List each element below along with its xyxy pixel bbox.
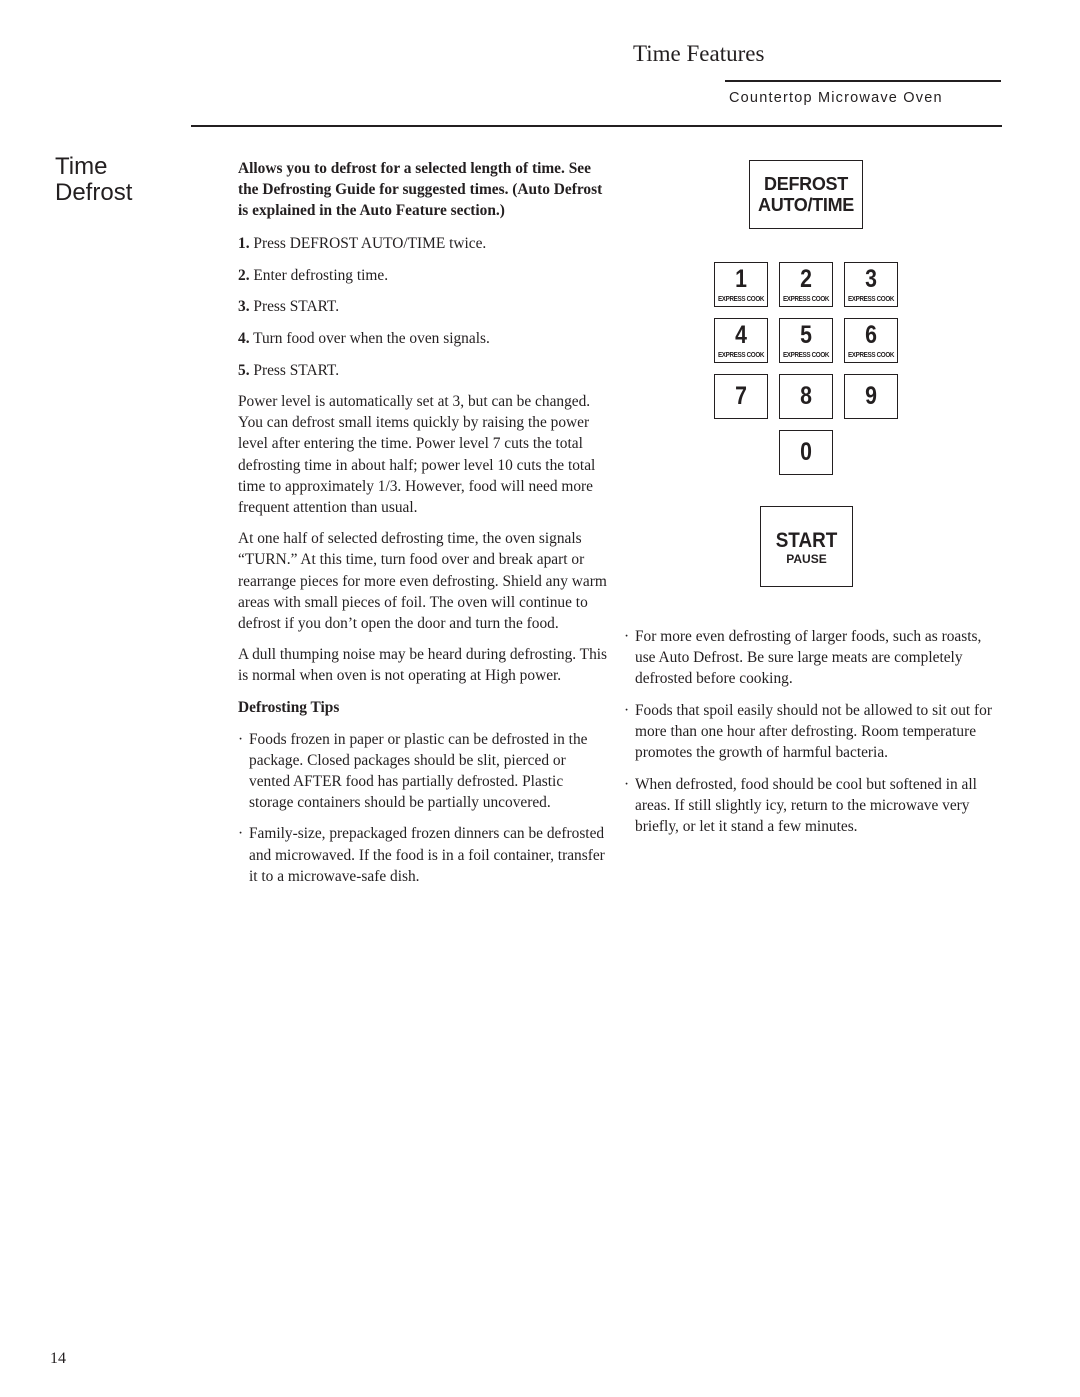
step-number: 1. [238,235,250,253]
section-title: Time Defrost [55,154,132,206]
key-digit: 6 [865,321,877,349]
step-text: Press START. [253,298,340,316]
tip-item: · For more even defrosting of larger foo… [624,626,994,689]
bullet-icon: · [624,701,630,719]
tips-heading: Defrosting Tips [238,698,340,716]
step-number: 4. [238,330,250,348]
header-rule-short [725,80,1001,82]
main-text-column: Allows you to defrost for a selected len… [238,158,610,897]
product-subtitle: Countertop Microwave Oven [729,90,943,106]
tip-item: · Family-size, prepackaged frozen dinner… [238,823,610,886]
number-key-8[interactable]: 8 [779,374,833,419]
noise-paragraph: A dull thumping noise may be heard durin… [238,646,608,685]
number-key-3[interactable]: 3 EXPRESS COOK [844,262,898,307]
step-text: Press DEFROST AUTO/TIME twice. [253,235,487,253]
bullet-icon: · [624,628,630,645]
tip-item: · Foods that spoil easily should not be … [624,700,994,763]
express-cook-label: EXPRESS COOK [782,352,830,359]
chapter-title: Time Features [633,41,765,66]
key-digit: 0 [800,438,812,466]
key-digit: 3 [865,265,877,293]
start-pause-key[interactable]: START PAUSE [760,506,853,587]
number-key-4[interactable]: 4 EXPRESS COOK [714,318,768,363]
key-digit: 7 [735,382,747,410]
number-key-9[interactable]: 9 [844,374,898,419]
number-key-1[interactable]: 1 EXPRESS COOK [714,262,768,307]
defrost-auto-time-key[interactable]: DEFROST AUTO/TIME [749,160,863,229]
express-cook-label: EXPRESS COOK [717,296,765,303]
step-item: 5. Press START. [238,360,610,381]
step-number: 5. [238,361,250,379]
step-item: 4. Turn food over when the oven signals. [238,328,610,349]
tip-text: Foods frozen in paper or plastic can be … [249,730,588,811]
step-item: 3. Press START. [238,296,610,317]
power-level-paragraph: Power level is automatically set at 3, b… [238,393,596,516]
number-key-6[interactable]: 6 EXPRESS COOK [844,318,898,363]
start-label: START [775,529,838,552]
step-text: Enter defrosting time. [253,266,389,284]
number-key-5[interactable]: 5 EXPRESS COOK [779,318,833,363]
step-item: 1. Press DEFROST AUTO/TIME twice. [238,233,610,254]
turn-signal-paragraph: At one half of selected defrosting time,… [238,530,607,632]
step-number: 2. [238,266,250,284]
tip-item: · Foods frozen in paper or plastic can b… [238,729,610,813]
right-tips-column: · For more even defrosting of larger foo… [624,626,994,847]
defrost-key-label-line2: AUTO/TIME [758,195,854,215]
number-key-7[interactable]: 7 [714,374,768,419]
bullet-icon: · [238,730,244,748]
number-key-0[interactable]: 0 [779,430,833,475]
page-number: 14 [50,1350,66,1367]
steps-list: 1. Press DEFROST AUTO/TIME twice. 2. Ent… [238,233,610,380]
step-text: Turn food over when the oven signals. [253,330,490,348]
key-digit: 1 [735,265,747,293]
step-text: Press START. [253,361,340,379]
express-cook-label: EXPRESS COOK [717,352,765,359]
number-key-2[interactable]: 2 EXPRESS COOK [779,262,833,307]
section-title-line2: Defrost [55,179,133,206]
express-cook-label: EXPRESS COOK [847,352,895,359]
bullet-icon: · [624,775,630,793]
key-digit: 4 [735,321,747,349]
express-cook-label: EXPRESS COOK [782,296,830,303]
key-digit: 8 [800,382,812,410]
header-rule-long [191,125,1002,127]
section-title-line1: Time [55,153,108,180]
intro-paragraph: Allows you to defrost for a selected len… [238,160,603,220]
tip-item: · When defrosted, food should be cool bu… [624,774,994,837]
defrost-key-label-line1: DEFROST [764,174,848,194]
key-digit: 2 [800,265,812,293]
bullet-icon: · [238,825,244,843]
express-cook-label: EXPRESS COOK [847,296,895,303]
tip-text: Foods that spoil easily should not be al… [635,701,992,761]
key-digit: 5 [800,321,812,349]
pause-label: PAUSE [786,552,827,566]
tip-text: When defrosted, food should be cool but … [635,775,977,835]
tip-text: For more even defrosting of larger foods… [635,628,982,688]
key-digit: 9 [865,382,877,410]
step-number: 3. [238,298,250,316]
tip-text: Family-size, prepackaged frozen dinners … [249,825,605,885]
step-item: 2. Enter defrosting time. [238,265,610,286]
